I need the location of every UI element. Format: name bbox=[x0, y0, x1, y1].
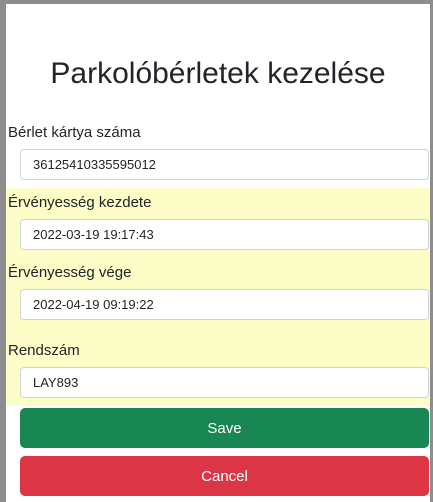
card-number-label: Bérlet kártya száma bbox=[8, 124, 141, 141]
valid-to-label: Érvényesség vége bbox=[8, 264, 132, 281]
cancel-button[interactable]: Cancel bbox=[20, 456, 429, 496]
page-title: Parkolóbérletek kezelése bbox=[50, 57, 386, 90]
valid-to-group: Érvényesség vége bbox=[6, 258, 430, 338]
plate-input[interactable] bbox=[20, 367, 429, 398]
plate-group: Rendszám bbox=[6, 336, 430, 406]
valid-from-group: Érvényesség kezdete bbox=[6, 188, 430, 268]
form-container: Parkolóbérletek kezelése Bérlet kártya s… bbox=[6, 4, 430, 502]
valid-to-input[interactable] bbox=[20, 289, 429, 320]
card-number-input[interactable] bbox=[20, 149, 429, 180]
valid-from-label: Érvényesség kezdete bbox=[8, 194, 152, 211]
save-button[interactable]: Save bbox=[20, 408, 429, 448]
card-number-group: Bérlet kártya száma bbox=[6, 118, 430, 186]
valid-from-input[interactable] bbox=[20, 219, 429, 250]
plate-label: Rendszám bbox=[8, 342, 80, 359]
